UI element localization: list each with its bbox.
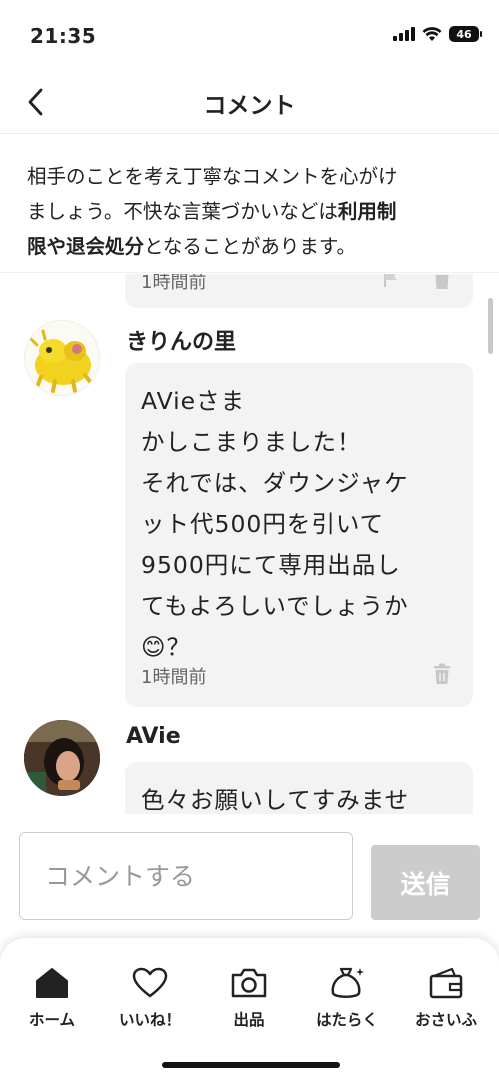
nav-item-likes[interactable]: いいね！ — [102, 964, 198, 1034]
avatar-kirinnosato[interactable] — [24, 320, 100, 396]
comment-list[interactable]: 1時間前 きりんの里 AVieさま かしこまりました！ それでは、ダウンジャケ … — [0, 274, 499, 814]
comment-screen: 21:35 46 コメント 相手のことを考え丁寧なコメントを心がけ ましょう。不… — [0, 0, 499, 1080]
send-button[interactable]: 送信 — [371, 845, 480, 920]
wifi-icon — [422, 27, 442, 41]
comment-bubble: 色々お願いしてすみませ — [125, 762, 473, 814]
comment-time: 1時間前 — [141, 274, 207, 293]
home-icon — [32, 964, 72, 1002]
comment-text: AVieさま かしこまりました！ それでは、ダウンジャケ ット代500円を引いて… — [141, 387, 409, 661]
notice-text-line1: 相手のことを考え丁寧なコメントを心がけ — [27, 165, 398, 188]
cellular-signal-icon — [393, 27, 415, 41]
status-icons: 46 — [393, 26, 482, 42]
status-time: 21:35 — [30, 24, 97, 48]
flag-icon[interactable] — [383, 274, 399, 288]
comment-text: 色々お願いしてすみませ — [141, 786, 410, 814]
comment-bubble-previous: 1時間前 — [125, 274, 473, 308]
notice-bold-suspension: 限や退会処分 — [27, 235, 145, 258]
nav-label: はたらく — [316, 1011, 378, 1029]
page-title: コメント — [203, 93, 296, 119]
comment-guideline-notice: 相手のことを考え丁寧なコメントを心がけ ましょう。不快な言葉づかいなどは利用制 … — [0, 135, 499, 273]
money-bag-icon — [327, 964, 367, 1002]
comment-input-area: 送信 — [0, 814, 499, 938]
comment-time: 1時間前 — [141, 667, 207, 688]
battery-icon: 46 — [449, 26, 482, 42]
trash-icon[interactable] — [433, 663, 451, 685]
notice-bold-usage-limit: 利用制 — [337, 200, 397, 223]
avatar-avie[interactable] — [24, 720, 100, 796]
wallet-icon — [426, 964, 466, 1002]
scrollbar[interactable] — [488, 298, 493, 354]
avatar-image — [24, 720, 100, 796]
page-header: コメント — [0, 70, 499, 134]
notice-text-line3: となることがあります。 — [144, 235, 356, 258]
nav-item-wallet[interactable]: おさいふ — [398, 964, 494, 1034]
nav-item-home[interactable]: ホーム — [4, 964, 100, 1034]
comment-input[interactable] — [19, 832, 353, 920]
nav-label: ホーム — [28, 1011, 76, 1029]
notice-text-line2: ましょう。不快な言葉づかいなどは — [27, 200, 338, 223]
camera-icon — [229, 964, 269, 1002]
nav-label: おさいふ — [414, 1011, 477, 1029]
nav-item-work[interactable]: はたらく — [299, 964, 395, 1034]
status-bar: 21:35 46 — [0, 0, 499, 70]
comment-username[interactable]: AVie — [126, 724, 181, 749]
nav-item-sell[interactable]: 出品 — [201, 964, 297, 1034]
bottom-navigation: ホーム いいね！ 出品 はたらく おさいふ — [0, 938, 499, 1080]
comment-username[interactable]: きりんの里 — [126, 324, 236, 356]
avatar-image — [29, 329, 93, 393]
nav-label: 出品 — [233, 1011, 265, 1029]
home-indicator[interactable] — [162, 1062, 340, 1068]
nav-label: いいね！ — [118, 1011, 181, 1029]
heart-icon — [130, 964, 170, 1002]
comment-bubble: AVieさま かしこまりました！ それでは、ダウンジャケ ット代500円を引いて… — [125, 363, 473, 707]
trash-icon[interactable] — [433, 274, 451, 290]
